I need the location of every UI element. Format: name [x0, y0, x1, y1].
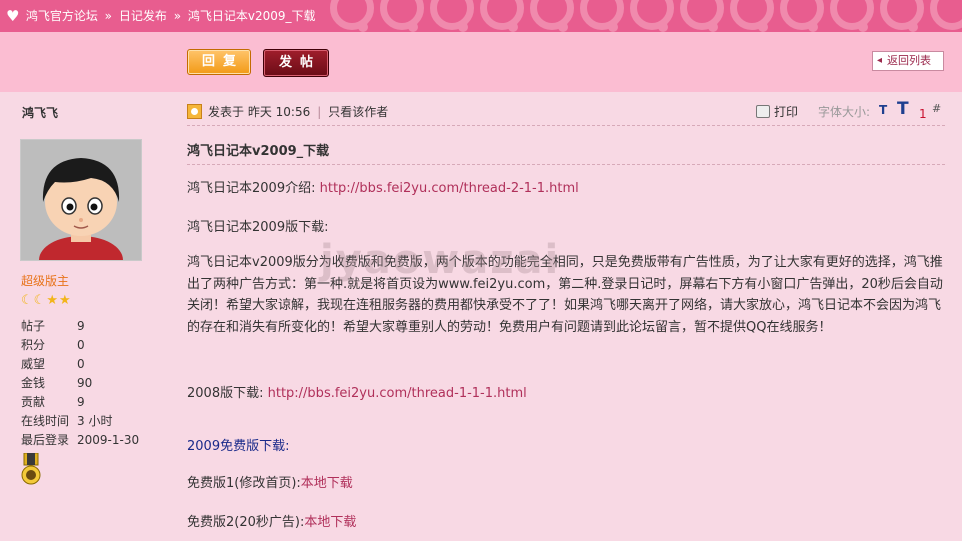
moon-icon: ☾: [33, 293, 47, 308]
new-post-button[interactable]: 发帖: [263, 49, 329, 77]
floor-hash-link[interactable]: #: [932, 102, 941, 115]
font-large-button[interactable]: T: [897, 99, 909, 119]
author-name[interactable]: 鸿飞飞: [22, 104, 58, 121]
stat-row: 贡献 9: [21, 393, 139, 412]
star-icon: ★: [58, 293, 72, 308]
intro-line: 鸿飞日记本2009介绍: http://bbs.fei2yu.com/threa…: [187, 177, 579, 196]
stat-row: 最后登录 2009-1-30: [21, 431, 139, 450]
stat-key: 积分: [21, 338, 46, 352]
stat-row: 在线时间 3 小时: [21, 412, 139, 431]
stat-value: 9: [77, 319, 85, 333]
font-small-button[interactable]: T: [879, 103, 887, 117]
free2-line: 免费版2(20秒广告):本地下载: [187, 511, 356, 530]
breadcrumb-forum[interactable]: 鸿飞官方论坛: [26, 9, 98, 23]
back-to-list-button[interactable]: ◂ 返回列表: [872, 51, 944, 71]
stat-key: 金钱: [21, 376, 46, 390]
moon-icon: ☾: [21, 293, 34, 308]
stat-row: 帖子 9: [21, 317, 139, 336]
floor-number: 1: [919, 107, 927, 121]
rank-stars: ☾☾★★: [21, 293, 72, 308]
printer-icon[interactable]: [756, 105, 770, 118]
print-link[interactable]: 打印: [774, 105, 798, 119]
post-body: 鸿飞日记本v2009版分为收费版和免费版，两个版本的功能完全相同，只是免费版带有…: [187, 255, 943, 335]
breadcrumb-thread[interactable]: 鸿飞日记本v2009_下载: [188, 9, 316, 23]
breadcrumb-board[interactable]: 日记发布: [119, 9, 167, 23]
stat-value: 0: [77, 357, 85, 371]
breadcrumb-separator: »: [173, 8, 182, 23]
avatar-cartoon-icon: [21, 140, 141, 260]
free1-download-link[interactable]: 本地下载: [301, 476, 353, 491]
reply-button[interactable]: 回复: [187, 49, 251, 75]
free1-line: 免费版1(修改首页):本地下载: [187, 472, 353, 491]
stat-key: 最后登录: [21, 433, 70, 447]
medal-icon: [21, 453, 41, 485]
post-title: 鸿飞日记本v2009_下载: [187, 144, 330, 159]
stat-value: 9: [77, 395, 85, 409]
breadcrumb-separator: »: [104, 8, 113, 23]
divider: [187, 164, 945, 165]
stat-key: 威望: [21, 357, 46, 371]
v2008-line: 2008版下载: http://bbs.fei2yu.com/thread-1-…: [187, 382, 527, 401]
download-heading: 鸿飞日记本2009版下载:: [187, 220, 329, 235]
free-heading: 2009免费版下载:: [187, 439, 290, 454]
posted-time: 发表于 昨天 10:56: [208, 105, 311, 119]
intro-label: 鸿飞日记本2009介绍:: [187, 181, 316, 196]
stat-value: 0: [77, 338, 85, 352]
intro-link[interactable]: http://bbs.fei2yu.com/thread-2-1-1.html: [320, 181, 579, 196]
breadcrumb: ♥ 鸿飞官方论坛 » 日记发布 » 鸿飞日记本v2009_下载: [6, 7, 316, 24]
stat-row: 积分 0: [21, 336, 139, 355]
stat-value: 90: [77, 376, 93, 390]
user-rank: 超级版主: [21, 274, 70, 288]
post-tools: 打印 字体大小: T T 1 #: [756, 99, 941, 121]
user-stats: 帖子 9 积分 0 威望 0 金钱 90 贡献 9 在线时间 3 小时 最后登录 2009-1…: [21, 317, 139, 450]
stat-value: 3 小时: [77, 414, 113, 428]
stat-value: 2009-1-30: [77, 433, 140, 447]
star-icon: ★: [46, 293, 59, 308]
free2-download-link[interactable]: 本地下载: [304, 515, 356, 530]
post-meta: 发表于 昨天 10:56 | 只看该作者: [187, 103, 388, 120]
stat-key: 帖子: [21, 319, 46, 333]
heart-icon: ♥: [6, 6, 20, 25]
back-arrow-icon: ◂: [877, 55, 883, 66]
free2-label: 免费版2(20秒广告):: [187, 515, 305, 530]
stat-row: 金钱 90: [21, 374, 139, 393]
v2008-link[interactable]: http://bbs.fei2yu.com/thread-1-1-1.html: [268, 386, 527, 401]
top-bar: ♥ 鸿飞官方论坛 » 日记发布 » 鸿飞日记本v2009_下载: [0, 0, 962, 32]
back-to-list-label: 返回列表: [887, 54, 931, 67]
only-author-link[interactable]: 只看该作者: [328, 105, 388, 119]
font-size-label: 字体大小:: [818, 105, 871, 119]
post-icon: [187, 104, 202, 119]
stat-key: 在线时间: [21, 414, 70, 428]
divider: [187, 125, 945, 126]
stat-key: 贡献: [21, 395, 46, 409]
avatar[interactable]: [20, 139, 142, 261]
v2008-label: 2008版下载:: [187, 386, 264, 401]
stat-row: 威望 0: [21, 355, 139, 374]
free1-label: 免费版1(修改首页):: [187, 476, 301, 491]
